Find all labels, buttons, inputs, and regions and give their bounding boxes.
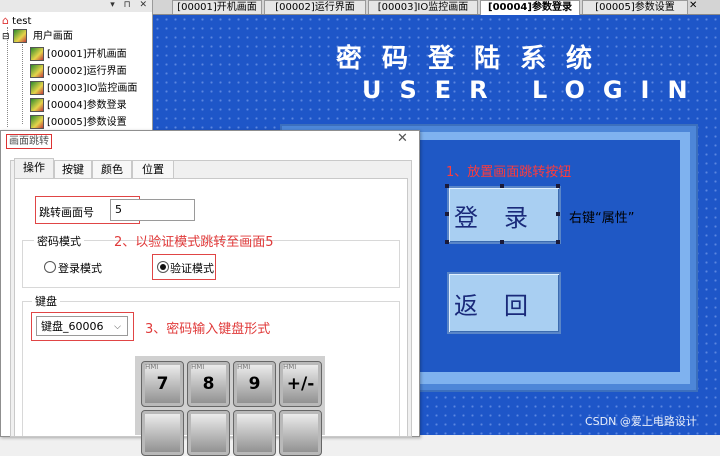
screen-icon — [30, 115, 44, 129]
screen-icon — [30, 64, 44, 78]
selection-handle[interactable] — [500, 240, 504, 244]
selection-handle[interactable] — [500, 184, 504, 188]
dialog-tab-keys[interactable]: 按键 — [54, 160, 92, 179]
dialog-tab-position[interactable]: 位置 — [132, 160, 174, 179]
dialog-close-icon[interactable]: ✕ — [397, 131, 408, 146]
radio-login-mode[interactable] — [44, 261, 56, 273]
annotation-step-3: 3、密码输入键盘形式 — [145, 322, 271, 337]
tree-item-screen-4[interactable]: [00004]参数登录 — [30, 98, 127, 114]
keyboard-select[interactable]: 键盘_60006 ⌵ — [36, 316, 128, 336]
folder-screen-icon — [12, 29, 27, 43]
jump-screen-label: 跳转画面号 — [39, 206, 94, 219]
dialog-tab-operation[interactable]: 操作 — [14, 158, 54, 179]
annotation-right-click: 右键“属性” — [569, 211, 635, 226]
tree-item-screen-2[interactable]: [00002]运行界面 — [30, 64, 127, 80]
keypad-key-row2 — [279, 410, 322, 456]
selection-handle[interactable] — [445, 184, 449, 188]
chevron-down-icon: ⌵ — [114, 322, 121, 332]
annotation-step-2: 2、以验证模式跳转至画面5 — [114, 235, 274, 250]
tree-item-screen-5[interactable]: [00005]参数设置 — [30, 115, 127, 131]
tab-screen-5[interactable]: [00005]参数设置 — [582, 0, 688, 14]
tree-item-screen-3[interactable]: [00003]IO监控画面 — [30, 81, 137, 97]
annotation-step-1: 1、放置画面跳转按钮 — [446, 165, 572, 180]
keypad-key-7: HMI 7 — [141, 361, 184, 407]
keyboard-select-value: 键盘_60006 — [41, 320, 104, 333]
tab-screen-2[interactable]: [00002]运行界面 — [264, 0, 366, 14]
keypad-key-9: HMI 9 — [233, 361, 276, 407]
home-icon: ⌂ — [2, 14, 9, 27]
selection-handle[interactable] — [445, 240, 449, 244]
tree-item-screen-1[interactable]: [00001]开机画面 — [30, 47, 127, 63]
selection-handle[interactable] — [556, 240, 560, 244]
tab-close-icon[interactable]: ✕ — [689, 0, 697, 11]
keyboard-group-title: 键盘 — [32, 293, 60, 309]
keypad-key-8: HMI 8 — [187, 361, 230, 407]
selection-handle[interactable] — [556, 184, 560, 188]
dialog-title: 画面跳转 — [6, 134, 52, 149]
tab-screen-1[interactable]: [00001]开机画面 — [172, 0, 262, 14]
selected-label: [00004]参数登录 — [47, 100, 127, 111]
keypad-key-row2 — [233, 410, 276, 456]
radio-login-label: 登录模式 — [58, 262, 102, 275]
tree-guide-line — [22, 44, 23, 124]
keypad-key-row2 — [141, 410, 184, 456]
tree-panel-header: ▾ ⊓ ✕ — [0, 0, 152, 12]
jump-screen-input[interactable]: 5 — [110, 199, 195, 221]
login-button[interactable]: 登录 — [447, 186, 561, 244]
back-button[interactable]: 返回 — [447, 272, 561, 334]
keypad-key-row2 — [187, 410, 230, 456]
screen-icon — [30, 47, 44, 61]
screen-title-chinese: 密码登陆系统 — [336, 44, 613, 74]
radio-verify-mode[interactable] — [157, 261, 169, 273]
radio-verify-label: 验证模式 — [170, 262, 214, 275]
keypad-key-sign: HMI +/- — [279, 361, 322, 407]
selection-handle[interactable] — [556, 212, 560, 216]
watermark: CSDN @爱上电路设计 — [585, 415, 697, 428]
panel-pin-close-icons[interactable]: ▾ ⊓ ✕ — [110, 0, 150, 10]
tree-group-user-screens[interactable]: ⊟ 用户画面 — [2, 29, 73, 45]
password-mode-title: 密码模式 — [34, 233, 84, 249]
selection-handle[interactable] — [445, 212, 449, 216]
tab-screen-3[interactable]: [00003]IO监控画面 — [368, 0, 478, 14]
jump-screen-value: 5 — [115, 203, 122, 216]
dialog-tab-color[interactable]: 颜色 — [92, 160, 132, 179]
screen-title-english: USER LOGIN — [362, 76, 706, 104]
screen-icon — [30, 81, 44, 95]
collapse-icon[interactable]: ⊟ — [2, 32, 10, 42]
tab-screen-4[interactable]: [00004]参数登录 — [480, 0, 580, 15]
screen-icon — [30, 98, 44, 112]
